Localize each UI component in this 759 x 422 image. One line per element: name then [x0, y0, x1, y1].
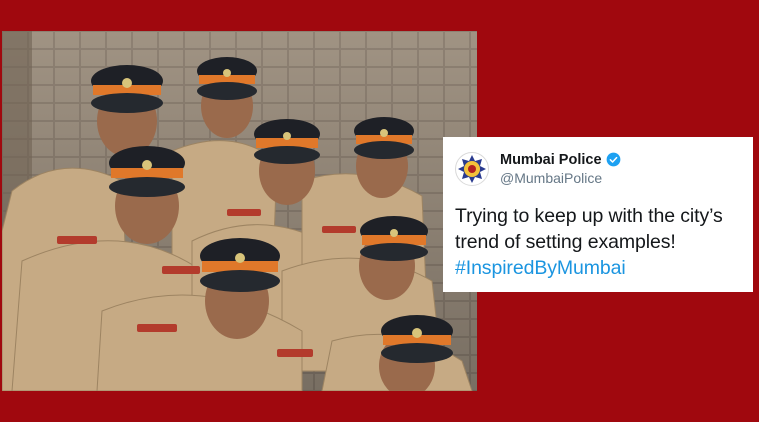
tweet-text: Trying to keep up with the city’s trend … — [455, 203, 741, 281]
tweet-card: Mumbai Police @MumbaiPolice Trying to ke… — [443, 137, 753, 292]
tweet-header: Mumbai Police @MumbaiPolice — [455, 149, 741, 189]
verified-badge-icon — [606, 153, 620, 167]
account-handle[interactable]: @MumbaiPolice — [500, 170, 621, 186]
tweet-body: Trying to keep up with the city’s trend … — [455, 205, 723, 253]
hashtag-link[interactable]: #InspiredByMumbai — [455, 255, 741, 281]
account-name[interactable]: Mumbai Police — [500, 152, 602, 169]
mumbai-police-logo-avatar[interactable] — [455, 152, 489, 186]
policewomen-photo — [2, 31, 477, 391]
